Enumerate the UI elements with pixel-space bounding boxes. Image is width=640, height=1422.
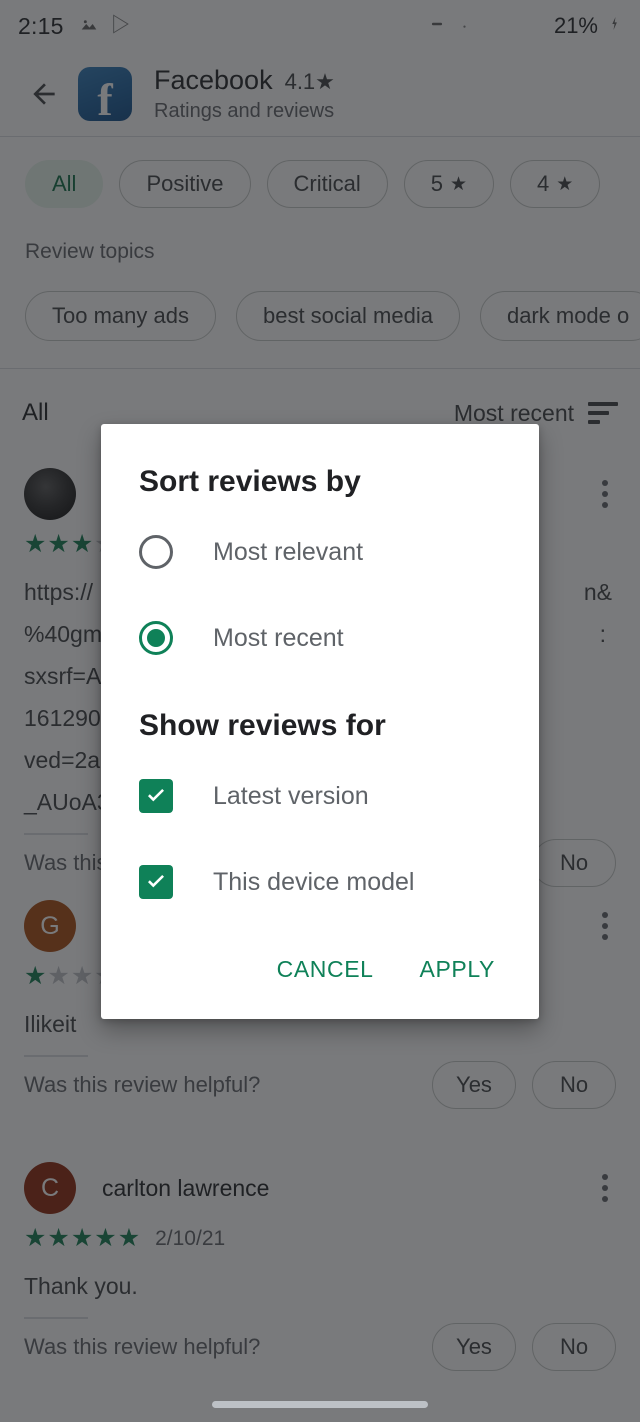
show-option-label: This device model: [213, 867, 415, 896]
show-option-latest-version[interactable]: Latest version: [101, 760, 539, 832]
cancel-button[interactable]: CANCEL: [261, 944, 390, 995]
sort-option-label: Most recent: [213, 623, 344, 652]
apply-button[interactable]: APPLY: [404, 944, 511, 995]
sort-option-most-recent[interactable]: Most recent: [101, 602, 539, 674]
dialog-actions: CANCEL APPLY: [101, 918, 539, 1009]
checkbox-checked-icon[interactable]: [139, 865, 173, 899]
home-indicator[interactable]: [212, 1401, 428, 1408]
dialog-show-title: Show reviews for: [139, 709, 386, 742]
sort-option-most-relevant[interactable]: Most relevant: [101, 516, 539, 588]
dialog-sort-title: Sort reviews by: [139, 465, 361, 498]
radio-unchecked-icon[interactable]: [139, 535, 173, 569]
sort-filter-dialog: Sort reviews by Most relevant Most recen…: [101, 424, 539, 1019]
radio-checked-icon[interactable]: [139, 621, 173, 655]
show-option-label: Latest version: [213, 781, 369, 810]
sort-option-label: Most relevant: [213, 537, 364, 566]
show-option-this-device-model[interactable]: This device model: [101, 846, 539, 918]
checkbox-checked-icon[interactable]: [139, 779, 173, 813]
phone-screen: 2:15 21%: [0, 0, 640, 1422]
